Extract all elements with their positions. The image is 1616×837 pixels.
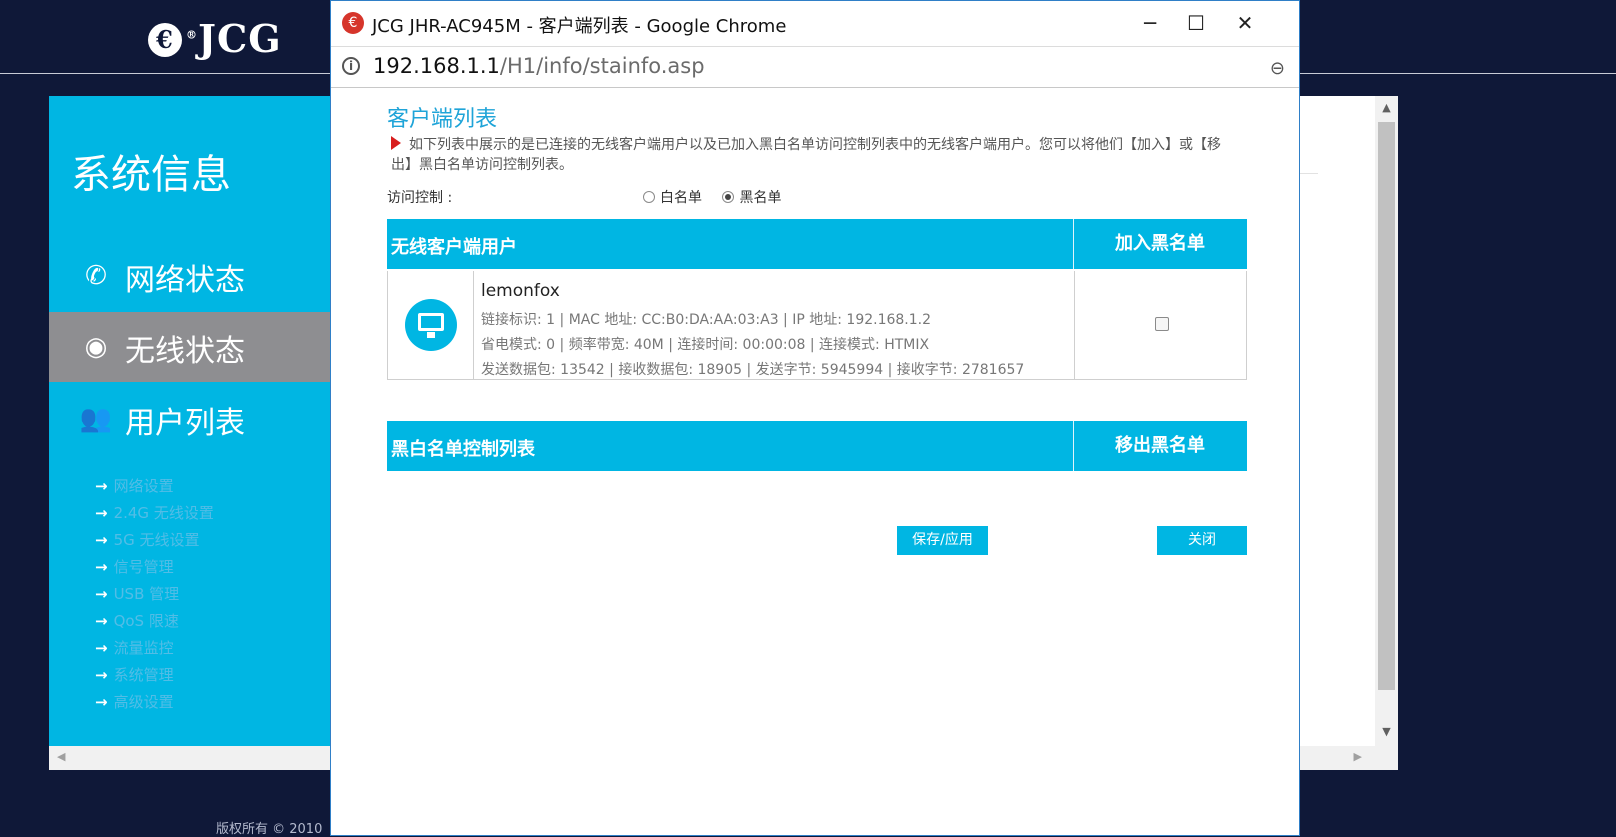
- radio-circle[interactable]: [643, 191, 655, 203]
- col-add-blacklist: 加入黑名单: [1073, 219, 1246, 269]
- radio-blacklist[interactable]: 黑名单: [722, 190, 781, 206]
- client-info-line1: 链接标识: 1 | MAC 地址: CC:B0:DA:AA:03:A3 | IP…: [481, 312, 932, 328]
- maximize-button[interactable]: ☐: [1173, 7, 1219, 39]
- add-blacklist-checkbox[interactable]: [1155, 317, 1169, 331]
- menu-wireless-status[interactable]: ◉ 无线状态: [49, 312, 331, 382]
- access-control-label: 访问控制 :: [387, 190, 453, 206]
- submenu-item[interactable]: → 信号管理: [95, 556, 174, 577]
- zoom-out-icon[interactable]: ⊖: [1270, 58, 1285, 79]
- users-icon: 👥: [79, 404, 113, 434]
- address-bar[interactable]: i 192.168.1.1/H1/info/stainfo.asp ⊖: [331, 46, 1299, 88]
- col-remove-blacklist: 移出黑名单: [1073, 421, 1246, 471]
- page-title: 客户端列表: [387, 107, 498, 132]
- vertical-scrollbar[interactable]: ▲ ▼: [1375, 96, 1398, 746]
- submenu-item[interactable]: → QoS 限速: [95, 610, 179, 631]
- popup-window: € JCG JHR-AC945M - 客户端列表 - Google Chrome…: [330, 0, 1300, 836]
- logo-mark-icon: €: [148, 23, 182, 57]
- submenu-item[interactable]: → 流量监控: [95, 637, 174, 658]
- clients-table: 无线客户端用户 加入黑名单 lemonfox 链接标识: 1 | MAC 地址:…: [387, 219, 1247, 381]
- avatar-cell: [388, 271, 474, 379]
- submenu-item[interactable]: → 网络设置: [95, 475, 174, 496]
- phone-icon: ✆: [85, 261, 107, 291]
- sidebar-title: 系统信息: [71, 152, 231, 198]
- client-info-line3: 发送数据包: 13542 | 接收数据包: 18905 | 发送字节: 5945…: [481, 362, 1025, 378]
- arrow-right-icon: →: [95, 639, 108, 657]
- acl-table-header: 黑白名单控制列表 移出黑名单: [387, 421, 1247, 471]
- minimize-button[interactable]: ─: [1127, 7, 1173, 39]
- arrow-right-icon: →: [95, 612, 108, 630]
- save-apply-button[interactable]: 保存/应用: [897, 526, 988, 555]
- arrow-right-icon: →: [95, 477, 108, 495]
- triangle-icon: [391, 136, 401, 150]
- menu-network-status[interactable]: ✆ 网络状态: [49, 241, 331, 311]
- submenu-item[interactable]: → 5G 无线设置: [95, 529, 200, 550]
- scroll-up-icon[interactable]: ▲: [1375, 101, 1398, 114]
- arrow-right-icon: →: [95, 666, 108, 684]
- scroll-left-icon[interactable]: ◀: [57, 750, 65, 763]
- window-title: JCG JHR-AC945M - 客户端列表 - Google Chrome: [372, 16, 787, 37]
- arrow-right-icon: →: [95, 693, 108, 711]
- col-wireless-user: 无线客户端用户: [391, 237, 517, 258]
- scrollbar-thumb[interactable]: [1378, 122, 1395, 690]
- jcg-logo: € ®JCG: [148, 16, 282, 61]
- arrow-right-icon: →: [95, 531, 108, 549]
- submenu-item[interactable]: → 系统管理: [95, 664, 174, 685]
- title-bar: € JCG JHR-AC945M - 客户端列表 - Google Chrome…: [331, 1, 1299, 46]
- arrow-right-icon: →: [95, 558, 108, 576]
- client-name: lemonfox: [481, 281, 560, 301]
- divider: [1300, 173, 1318, 174]
- menu-user-list[interactable]: 👥 用户列表: [49, 384, 331, 454]
- col-acl-list: 黑白名单控制列表: [391, 439, 535, 460]
- table-row: lemonfox 链接标识: 1 | MAC 地址: CC:B0:DA:AA:0…: [387, 271, 1247, 380]
- url-text[interactable]: 192.168.1.1/H1/info/stainfo.asp: [373, 54, 705, 78]
- scroll-right-icon[interactable]: ▶: [1354, 750, 1362, 763]
- wifi-icon: ◉: [84, 332, 108, 362]
- clients-table-header: 无线客户端用户 加入黑名单: [387, 219, 1247, 269]
- sidebar: 系统信息 ✆ 网络状态 ◉ 无线状态 👥 用户列表 → 网络设置 → 2.4G 无线…: [49, 96, 331, 746]
- scroll-down-icon[interactable]: ▼: [1375, 725, 1398, 738]
- close-button[interactable]: 关闭: [1157, 526, 1247, 555]
- client-info-line2: 省电模式: 0 | 频率带宽: 40M | 连接时间: 00:00:08 | 连…: [481, 337, 930, 353]
- submenu-item[interactable]: → 2.4G 无线设置: [95, 502, 214, 523]
- checkbox-cell: [1074, 271, 1247, 379]
- arrow-right-icon: →: [95, 504, 108, 522]
- copyright: 版权所有 © 2010: [216, 822, 323, 837]
- radio-whitelist[interactable]: 白名单: [643, 190, 702, 206]
- arrow-right-icon: →: [95, 585, 108, 603]
- access-control-radios: 白名单 黑名单: [643, 187, 781, 207]
- description: 如下列表中展示的是已连接的无线客户端用户以及已加入黑白名单访问控制列表中的无线客…: [391, 136, 1221, 173]
- radio-circle-selected[interactable]: [722, 191, 735, 203]
- submenu-item[interactable]: → USB 管理: [95, 583, 179, 604]
- monitor-icon: [405, 299, 457, 351]
- info-icon[interactable]: i: [342, 57, 360, 75]
- submenu-item[interactable]: → 高级设置: [95, 691, 174, 712]
- close-window-button[interactable]: ✕: [1222, 7, 1268, 39]
- acl-table: 黑白名单控制列表 移出黑名单: [387, 421, 1247, 471]
- app-icon: €: [342, 12, 364, 34]
